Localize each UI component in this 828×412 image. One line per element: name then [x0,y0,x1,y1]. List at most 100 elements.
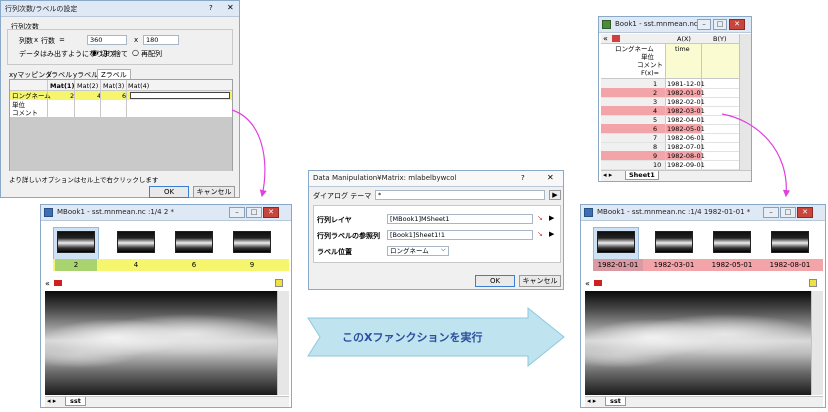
row-number[interactable]: 1 [653,80,657,88]
help-button[interactable]: ? [521,174,525,182]
help-button[interactable]: ? [209,4,213,12]
row-number[interactable]: 10 [653,161,661,169]
edit-cell[interactable] [130,92,230,99]
date-cell[interactable]: 1982-02-01 [667,98,705,106]
row-number[interactable]: 9 [653,152,657,160]
maximize-button[interactable]: □ [246,207,262,218]
tab-z-label[interactable]: Zラベル [97,69,131,79]
cancel-button[interactable]: キャンセル [193,186,235,198]
radio-checked-icon[interactable]: ◉ [91,48,98,57]
flag-icon [612,35,620,42]
col-header-3[interactable]: Mat(3) [103,82,124,90]
row-header-units: 単位 [641,53,654,61]
close-icon[interactable]: ✕ [227,3,234,12]
nav-right-icon[interactable] [275,279,283,287]
chevron-down-icon[interactable]: ⌵ [441,246,446,254]
minimize-button[interactable]: – [229,207,245,218]
matrix-thumbnail-1[interactable] [57,231,95,253]
range-picker-icon-2[interactable]: ↘ [537,230,543,238]
matrix-thumbnail-1[interactable] [597,231,635,253]
matrix-thumbnail-2[interactable] [117,231,155,253]
minimize-button[interactable]: – [763,207,779,218]
label-3: 6 [191,261,197,269]
radio-unchecked-icon[interactable]: ○ [132,48,139,57]
hint-text: より詳しいオプションはセル上で右クリックします [9,176,159,184]
matrix-layer-input[interactable]: [MBook1]MSheet1 [387,214,533,224]
sheet-tab-sheet1[interactable]: Sheet1 [625,171,659,180]
dialog-title: 行列次数/ラベルの設定 [5,5,78,13]
range-picker-icon[interactable]: ↘ [537,214,543,222]
nav-right-icon[interactable] [809,279,817,287]
close-icon[interactable]: ✕ [547,173,554,182]
col-header-4[interactable]: Mat(4) [128,82,149,90]
matrix-thumbnail-4[interactable] [233,231,271,253]
book1-window: Book1 - sst.mnmean.nc * – □ ✕ « A(X) B(Y… [598,16,752,182]
sheet-tab-sst[interactable]: sst [65,397,86,406]
row-number[interactable]: 5 [653,116,657,124]
col-b-header[interactable]: B(Y) [713,35,727,43]
mbook-right-window: MBook1 - sst.mnmean.nc :1/4 1982-01-01 *… [580,204,826,408]
close-button[interactable]: ✕ [263,207,279,218]
collapse-icon[interactable]: « [585,279,590,288]
date-cell[interactable]: 1982-01-01 [667,89,705,97]
vertical-scrollbar[interactable] [277,291,289,395]
maximize-button[interactable]: □ [713,19,727,30]
label-column-input[interactable]: [Book1]Sheet1!1 [387,230,533,240]
ok-button[interactable]: OK [149,186,189,198]
theme-label: ダイアログ テーマ [313,192,372,200]
sheet-nav-icons[interactable]: ◂ ▸ [603,171,612,179]
times-sign: x [34,36,39,44]
ok-button[interactable]: OK [475,275,515,287]
matrix-thumbnail-3[interactable] [175,231,213,253]
cols-input[interactable]: 360 [87,35,127,45]
theme-select[interactable]: * [375,190,545,200]
col-header-1[interactable]: Mat(1) [50,82,74,90]
col-a-header[interactable]: A(X) [677,35,691,43]
sheet-nav-icons[interactable]: ◂ ▸ [587,397,596,405]
sheet-nav-icons[interactable]: ◂ ▸ [47,397,56,405]
row-header-fx: F(x)= [641,69,660,77]
cols-label: 列数 [19,37,33,45]
mbook-right-title: MBook1 - sst.mnmean.nc :1/4 1982-01-01 * [597,208,751,216]
row-header-longname: ロングネーム [615,45,654,53]
date-cell[interactable]: 1982-07-01 [667,143,705,151]
row-number[interactable]: 7 [653,134,657,142]
close-button[interactable]: ✕ [729,19,745,30]
col-header-2[interactable]: Mat(2) [77,82,98,90]
matrix-thumbnail-3[interactable] [713,231,751,253]
collapse-icon[interactable]: « [603,34,608,43]
maximize-button[interactable]: □ [780,207,796,218]
date-cell[interactable]: 1982-06-01 [667,134,705,142]
close-button[interactable]: ✕ [797,207,813,218]
grid-empty-area [10,117,232,171]
date-cell[interactable]: 1982-04-01 [667,116,705,124]
radio-truncate-label: 切り捨て [100,50,128,58]
row2-arrow-icon[interactable]: ▶ [549,230,554,238]
matrix-book-icon [584,208,593,217]
vertical-scrollbar[interactable] [811,291,823,395]
collapse-icon[interactable]: « [45,279,50,288]
play-arrow-icon[interactable]: ▶ [549,190,561,200]
row-number[interactable]: 8 [653,143,657,151]
date-cell[interactable]: 1981-12-01 [667,80,705,88]
vertical-scrollbar[interactable] [739,34,751,170]
sheet-tab-bar: ◂ ▸ sst [45,396,289,407]
rows-input[interactable]: 180 [143,35,179,45]
minimize-button[interactable]: – [697,19,711,30]
label-position-select[interactable]: ロングネーム [387,246,449,256]
matrix-thumbnail-4[interactable] [771,231,809,253]
row-number[interactable]: 3 [653,98,657,106]
date-cell[interactable]: 1982-03-01 [667,107,705,115]
longname-a[interactable]: time [675,45,690,53]
row-number[interactable]: 2 [653,89,657,97]
date-cell[interactable]: 1982-09-01 [667,161,705,169]
equals-sign: = [59,36,65,44]
row-number[interactable]: 4 [653,107,657,115]
sheet-tab-sst[interactable]: sst [605,397,626,406]
date-cell[interactable]: 1982-05-01 [667,125,705,133]
row-number[interactable]: 6 [653,125,657,133]
matrix-thumbnail-2[interactable] [655,231,693,253]
cancel-button[interactable]: キャンセル [519,275,561,287]
row1-arrow-icon[interactable]: ▶ [549,214,554,222]
date-cell[interactable]: 1982-08-01 [667,152,705,160]
